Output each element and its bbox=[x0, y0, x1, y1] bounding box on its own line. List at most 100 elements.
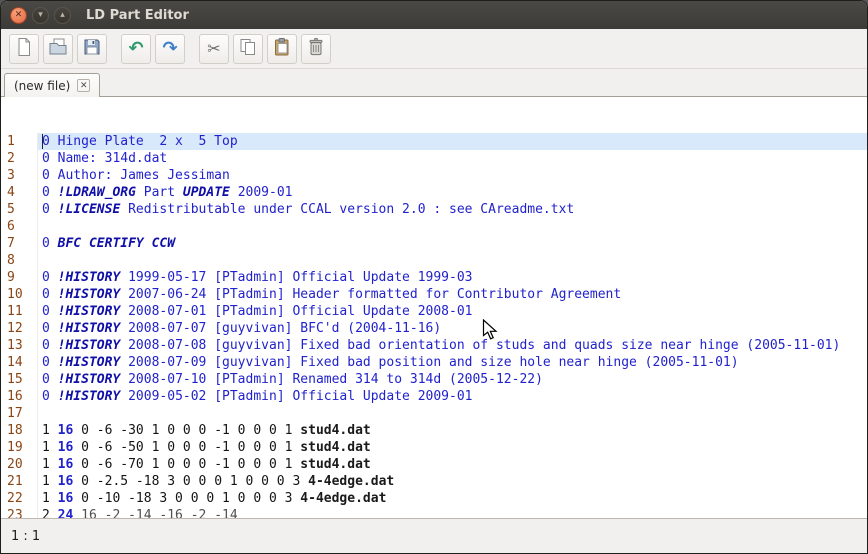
redo-icon: ↷ bbox=[162, 37, 178, 59]
maximize-icon: ▴ bbox=[60, 9, 65, 20]
editor-line[interactable]: 8 bbox=[1, 252, 867, 269]
new-file-button[interactable] bbox=[9, 33, 39, 64]
line-number: 15 bbox=[1, 371, 38, 388]
editor-line[interactable]: 11 0 !HISTORY 2008-07-01 [PTadmin] Offici… bbox=[1, 303, 867, 320]
editor-line[interactable]: 3 0 Author: James Jessiman bbox=[1, 167, 867, 184]
line-number: 19 bbox=[1, 439, 38, 456]
editor-line[interactable]: 22 1 16 0 -10 -18 3 0 0 0 1 0 0 0 3 4-4ed… bbox=[1, 490, 867, 507]
status-bar: 1 : 1 bbox=[1, 518, 867, 553]
copy-icon bbox=[238, 37, 258, 60]
editor-line[interactable]: 21 1 16 0 -2.5 -18 3 0 0 0 1 0 0 0 3 4-4e… bbox=[1, 473, 867, 490]
window-title: LD Part Editor bbox=[86, 7, 189, 23]
code-text: 0 !HISTORY 2008-07-01 [PTadmin] Official… bbox=[42, 304, 473, 319]
code-text: 1 16 0 -10 -18 3 0 0 0 1 0 0 0 3 4-4edge… bbox=[42, 491, 387, 506]
code-text: 0 !LICENSE Redistributable under CCAL ve… bbox=[42, 202, 575, 217]
text-caret bbox=[42, 134, 43, 149]
editor-line[interactable]: 9 0 !HISTORY 1999-05-17 [PTadmin] Officia… bbox=[1, 269, 867, 286]
maximize-button[interactable]: ▴ bbox=[54, 6, 71, 24]
code-text: 0 !HISTORY 1999-05-17 [PTadmin] Official… bbox=[42, 270, 473, 285]
code-editor[interactable]: 10 Hinge Plate 2 x 5 Top 2 0 Name: 314d.da… bbox=[1, 97, 867, 518]
close-icon: ✕ bbox=[14, 9, 23, 20]
redo-button[interactable]: ↷ bbox=[155, 33, 185, 64]
code-text: 0 !HISTORY 2008-07-07 [guyvivan] BFC'd (… bbox=[42, 321, 442, 336]
delete-button[interactable] bbox=[301, 33, 331, 64]
code-text: 0 Name: 314d.dat bbox=[42, 151, 168, 166]
line-number: 17 bbox=[1, 405, 38, 422]
line-number: 7 bbox=[1, 235, 38, 252]
minimize-icon: ▾ bbox=[38, 9, 43, 20]
open-file-button[interactable] bbox=[43, 33, 73, 64]
editor-lines: 10 Hinge Plate 2 x 5 Top 2 0 Name: 314d.da… bbox=[1, 133, 867, 518]
save-button[interactable] bbox=[77, 33, 107, 64]
line-number: 1 bbox=[1, 133, 38, 150]
line-number: 16 bbox=[1, 388, 38, 405]
line-number: 6 bbox=[1, 218, 38, 235]
close-button[interactable]: ✕ bbox=[10, 6, 27, 24]
line-number: 18 bbox=[1, 422, 38, 439]
line-number: 2 bbox=[1, 150, 38, 167]
editor-line[interactable]: 20 1 16 0 -6 -70 1 0 0 0 -1 0 0 0 1 stud4… bbox=[1, 456, 867, 473]
tab-close-button[interactable]: ✕ bbox=[77, 79, 91, 92]
code-text: 2 24 16 -2 -14 -16 -2 -14 bbox=[42, 508, 238, 518]
code-text: 1 16 0 -6 -50 1 0 0 0 -1 0 0 0 1 stud4.d… bbox=[42, 440, 371, 455]
editor-line[interactable]: 7 0 BFC CERTIFY CCW bbox=[1, 235, 867, 252]
line-number: 8 bbox=[1, 252, 38, 269]
code-text: 1 16 0 -6 -30 1 0 0 0 -1 0 0 0 1 stud4.d… bbox=[42, 423, 371, 438]
line-number: 21 bbox=[1, 473, 38, 490]
code-text: 0 !LDRAW_ORG Part UPDATE 2009-01 bbox=[42, 185, 293, 200]
titlebar[interactable]: ✕ ▾ ▴ LD Part Editor bbox=[1, 1, 867, 29]
code-text: 0 BFC CERTIFY CCW bbox=[42, 236, 176, 251]
editor-line[interactable]: 5 0 !LICENSE Redistributable under CCAL v… bbox=[1, 201, 867, 218]
editor-line[interactable]: 4 0 !LDRAW_ORG Part UPDATE 2009-01 bbox=[1, 184, 867, 201]
line-number: 3 bbox=[1, 167, 38, 184]
copy-button[interactable] bbox=[233, 33, 263, 64]
line-number: 12 bbox=[1, 320, 38, 337]
open-file-icon bbox=[48, 37, 68, 60]
editor-line[interactable]: 14 0 !HISTORY 2008-07-09 [guyvivan] Fixed… bbox=[1, 354, 867, 371]
cut-icon: ✂ bbox=[207, 38, 221, 58]
editor-line[interactable]: 12 0 !HISTORY 2008-07-07 [guyvivan] BFC'd… bbox=[1, 320, 867, 337]
line-number: 4 bbox=[1, 184, 38, 201]
code-text: 0 !HISTORY 2008-07-09 [guyvivan] Fixed b… bbox=[42, 355, 739, 370]
editor-line[interactable]: 10 Hinge Plate 2 x 5 Top bbox=[1, 133, 867, 150]
minimize-button[interactable]: ▾ bbox=[32, 6, 49, 24]
editor-line[interactable]: 10 0 !HISTORY 2007-06-24 [PTadmin] Header… bbox=[1, 286, 867, 303]
tab-close-icon: ✕ bbox=[79, 80, 88, 91]
editor-line[interactable]: 23 2 24 16 -2 -14 -16 -2 -14 bbox=[1, 507, 867, 518]
line-number: 23 bbox=[1, 507, 38, 518]
line-number: 20 bbox=[1, 456, 38, 473]
editor-line[interactable]: 2 0 Name: 314d.dat bbox=[1, 150, 867, 167]
editor-line[interactable]: 16 0 !HISTORY 2009-05-02 [PTadmin] Offici… bbox=[1, 388, 867, 405]
paste-button[interactable] bbox=[267, 33, 297, 64]
save-icon bbox=[82, 37, 102, 60]
file-button-group bbox=[9, 33, 107, 64]
cut-button[interactable]: ✂ bbox=[199, 33, 229, 64]
app-window: ✕ ▾ ▴ LD Part Editor ↶ ↷ ✂ (new file) ✕ … bbox=[0, 0, 868, 554]
line-number: 9 bbox=[1, 269, 38, 286]
paste-icon bbox=[272, 37, 292, 60]
line-number: 14 bbox=[1, 354, 38, 371]
line-number: 10 bbox=[1, 286, 38, 303]
editor-line[interactable]: 15 0 !HISTORY 2008-07-10 [PTadmin] Rename… bbox=[1, 371, 867, 388]
editor-line[interactable]: 18 1 16 0 -6 -30 1 0 0 0 -1 0 0 0 1 stud4… bbox=[1, 422, 867, 439]
editor-line[interactable]: 19 1 16 0 -6 -50 1 0 0 0 -1 0 0 0 1 stud4… bbox=[1, 439, 867, 456]
code-text: 0 !HISTORY 2008-07-08 [guyvivan] Fixed b… bbox=[42, 338, 841, 353]
code-text: 0 Author: James Jessiman bbox=[42, 168, 230, 183]
line-number: 5 bbox=[1, 201, 38, 218]
toolbar: ↶ ↷ ✂ bbox=[1, 29, 867, 69]
undo-button[interactable]: ↶ bbox=[121, 33, 151, 64]
trash-icon bbox=[306, 37, 326, 60]
tab-new-file[interactable]: (new file) ✕ bbox=[4, 73, 101, 97]
undo-icon: ↶ bbox=[128, 37, 144, 59]
code-text: 1 16 0 -2.5 -18 3 0 0 0 1 0 0 0 3 4-4edg… bbox=[42, 474, 395, 489]
undo-redo-group: ↶ ↷ bbox=[121, 33, 185, 64]
editor-line[interactable]: 17 bbox=[1, 405, 867, 422]
editor-line[interactable]: 6 bbox=[1, 218, 867, 235]
line-number: 22 bbox=[1, 490, 38, 507]
editor-line[interactable]: 13 0 !HISTORY 2008-07-08 [guyvivan] Fixed… bbox=[1, 337, 867, 354]
code-text: 0 !HISTORY 2008-07-10 [PTadmin] Renamed … bbox=[42, 372, 543, 387]
code-text: 0 !HISTORY 2009-05-02 [PTadmin] Official… bbox=[42, 389, 473, 404]
